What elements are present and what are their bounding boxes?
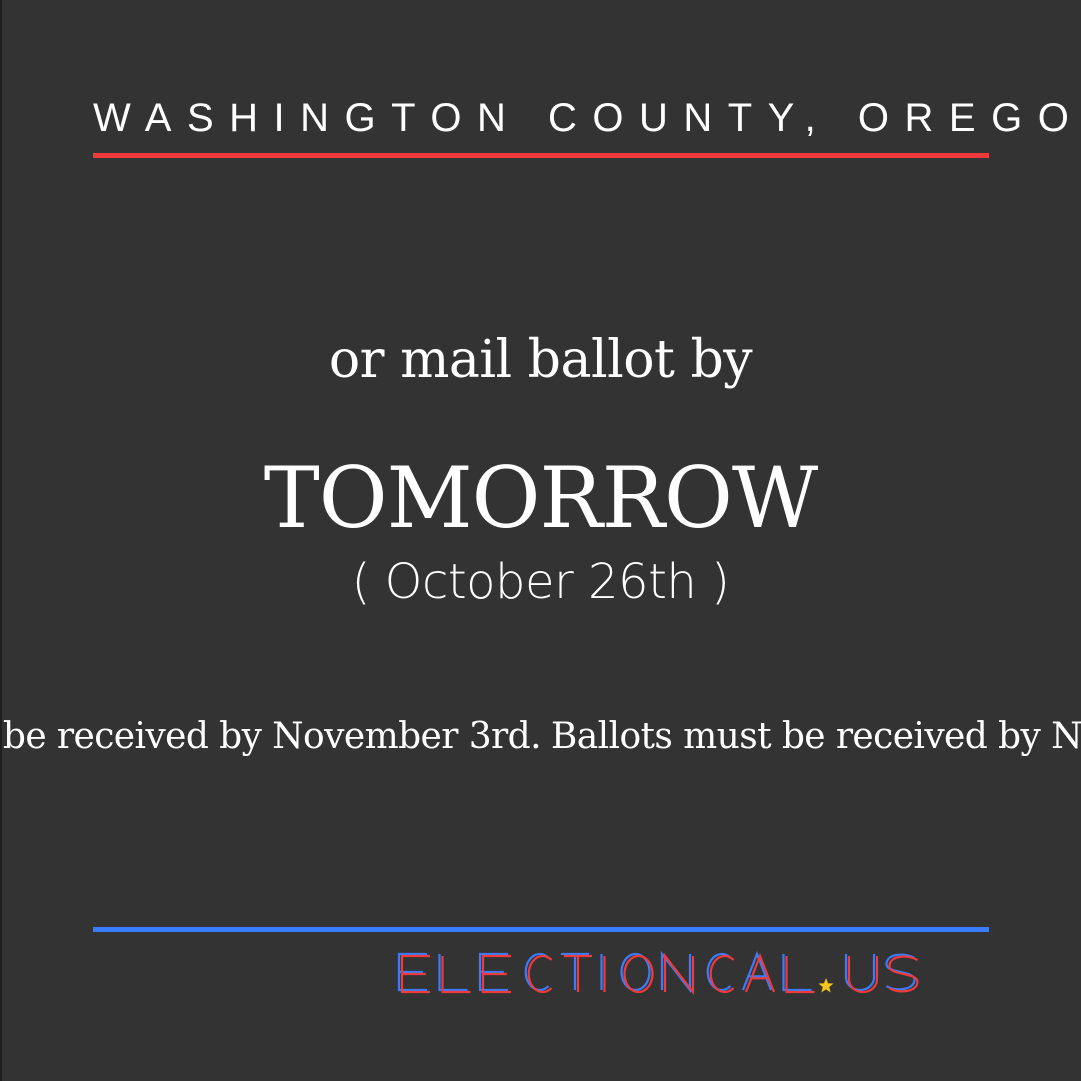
notice-ticker: Ballots must be received by November 3rd… xyxy=(0,712,1081,762)
notice-segment: Ballots must be received by November 3rd… xyxy=(550,716,1081,757)
logo-letter-l xyxy=(782,954,812,992)
electioncal-logo xyxy=(397,950,919,996)
logo-letter-n xyxy=(660,950,692,994)
scrolling-notice: Ballots must be received by November 3rd… xyxy=(0,712,1081,764)
lead-text: or mail ballot by xyxy=(328,330,753,390)
logo-letter-t xyxy=(561,952,589,990)
deadline-date: ( October 26th ) xyxy=(351,554,730,610)
logo-letter-e xyxy=(397,952,427,992)
logo-letter-l xyxy=(438,954,468,992)
county-heading: WASHINGTON COUNTY, OREGON xyxy=(93,96,1081,140)
logo-letter-shadow-u xyxy=(847,956,879,994)
logo-letter-shadow-l xyxy=(441,956,471,994)
logo-letter-shadow-n xyxy=(663,952,695,996)
blue-divider xyxy=(93,927,989,932)
star-icon xyxy=(818,978,834,993)
logo-letter-shadow-s xyxy=(888,955,919,993)
logo-letter-shadow-o xyxy=(623,954,654,994)
graphic-canvas: WASHINGTON COUNTY, OREGON or mail ballot… xyxy=(0,0,1081,1081)
logo-letter-shadow-t xyxy=(564,954,592,992)
notice-segment: Ballots must be received by November 3rd… xyxy=(0,716,542,757)
logo-letter-shadow-l xyxy=(785,956,815,994)
deadline-text: TOMORROW xyxy=(263,449,818,547)
logo-letter-shadow-e xyxy=(400,954,430,994)
logo-letter-shadow-e xyxy=(481,954,511,994)
logo-letter-e xyxy=(478,952,508,992)
red-divider xyxy=(93,153,989,158)
